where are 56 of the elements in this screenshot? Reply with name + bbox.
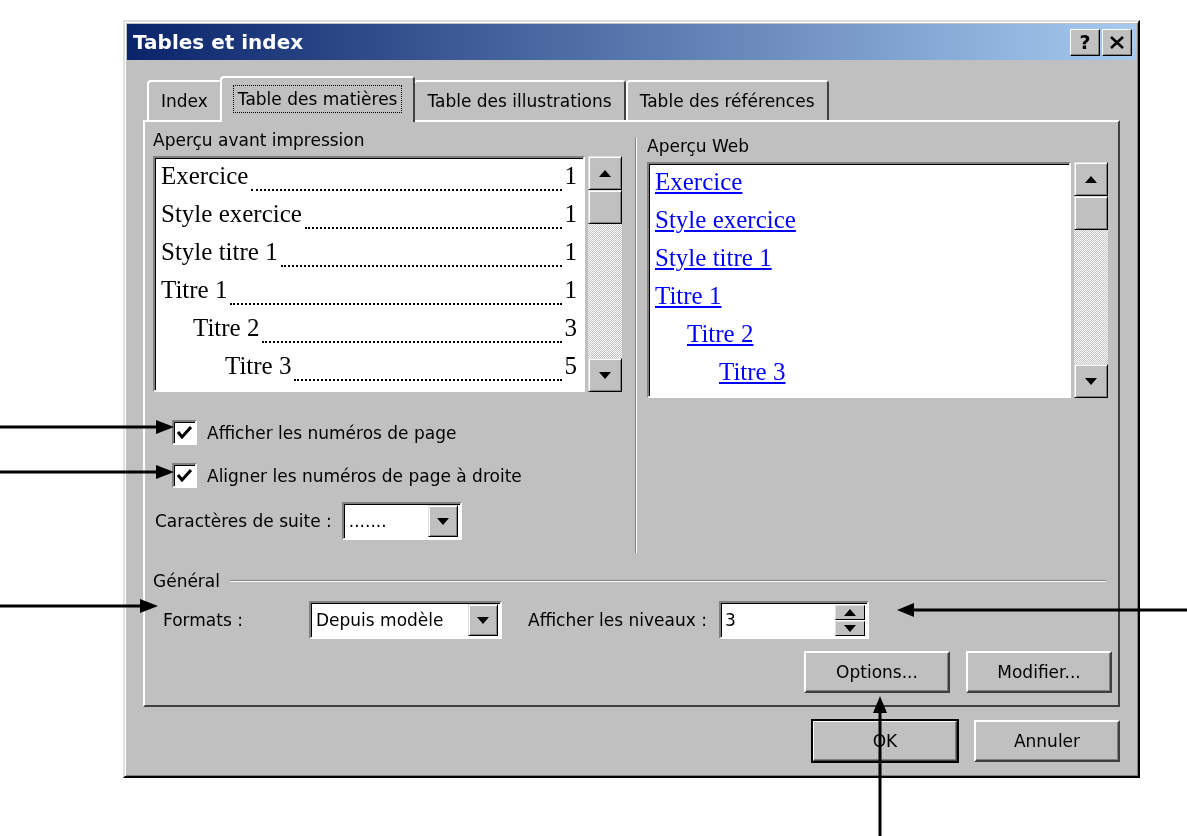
toc-entry: Titre 1 — [161, 276, 228, 304]
toc-entry: Titre 3 — [225, 352, 292, 380]
tab[interactable]: Table des illustrations — [413, 80, 626, 120]
checkmark-icon — [177, 426, 192, 439]
toc-entry: Style exercice — [161, 200, 302, 228]
scroll-up-button[interactable] — [588, 156, 622, 190]
triangle-down-icon — [599, 371, 611, 379]
checkbox-label: Aligner les numéros de page à droite — [207, 465, 522, 486]
panel-button[interactable]: Modifier... — [966, 651, 1112, 693]
page-number: 5 — [564, 352, 577, 380]
formats-label: Formats : — [163, 610, 244, 630]
scroll-thumb[interactable] — [588, 190, 622, 224]
formats-dropdown[interactable]: Depuis modèle — [309, 601, 502, 639]
help-button[interactable]: ? — [1070, 28, 1100, 56]
group-label: Général — [153, 571, 220, 591]
toc-link[interactable]: Style titre 1 — [655, 244, 772, 271]
page-number: 3 — [564, 314, 577, 342]
dialog-button[interactable]: Annuler — [974, 720, 1120, 762]
preview-label: Aperçu avant impression — [153, 130, 365, 150]
toc-link[interactable]: Exercice — [655, 168, 743, 195]
leader-dropdown[interactable]: ....... — [341, 502, 462, 540]
levels-spinner[interactable]: 3 — [718, 601, 869, 639]
checkmark-icon — [177, 469, 192, 482]
levels-label: Afficher les niveaux : — [528, 610, 707, 630]
checkbox[interactable] — [172, 463, 197, 488]
toc-entry: Exercice — [161, 162, 249, 190]
scroll-up-button[interactable] — [1074, 162, 1108, 196]
close-button[interactable] — [1102, 28, 1132, 56]
toc-link[interactable]: Titre 2 — [687, 320, 754, 347]
tab[interactable]: Table des matières — [219, 76, 416, 122]
toc-link[interactable]: Style exercice — [655, 206, 796, 233]
triangle-down-icon — [1085, 377, 1097, 385]
preview-label: Aperçu Web — [647, 136, 750, 156]
toc-link[interactable]: Titre 3 — [719, 358, 786, 385]
toc-link[interactable]: Titre 1 — [655, 282, 722, 309]
leader-label: Caractères de suite : — [155, 511, 332, 531]
tab[interactable]: Table des références — [625, 80, 829, 120]
page-number: 1 — [564, 200, 577, 228]
toc-entry: Style titre 1 — [161, 238, 278, 266]
triangle-down-icon — [436, 517, 449, 525]
close-icon — [1110, 35, 1124, 49]
window-title: Tables et index — [133, 30, 305, 54]
triangle-up-icon — [599, 169, 611, 177]
toc-entry: Titre 2 — [193, 314, 260, 342]
scroll-down-button[interactable] — [588, 358, 622, 392]
scroll-down-button[interactable] — [1074, 364, 1108, 398]
tab[interactable]: Index — [147, 80, 222, 120]
scroll-thumb[interactable] — [1074, 196, 1108, 230]
panel-button[interactable]: Options... — [804, 651, 950, 693]
triangle-up-icon — [1085, 175, 1097, 183]
checkbox-label: Afficher les numéros de page — [207, 422, 457, 443]
page-number: 1 — [564, 238, 577, 266]
page-number: 1 — [564, 162, 577, 190]
page-number: 1 — [564, 276, 577, 304]
triangle-down-icon — [477, 616, 489, 624]
checkbox[interactable] — [172, 420, 197, 445]
